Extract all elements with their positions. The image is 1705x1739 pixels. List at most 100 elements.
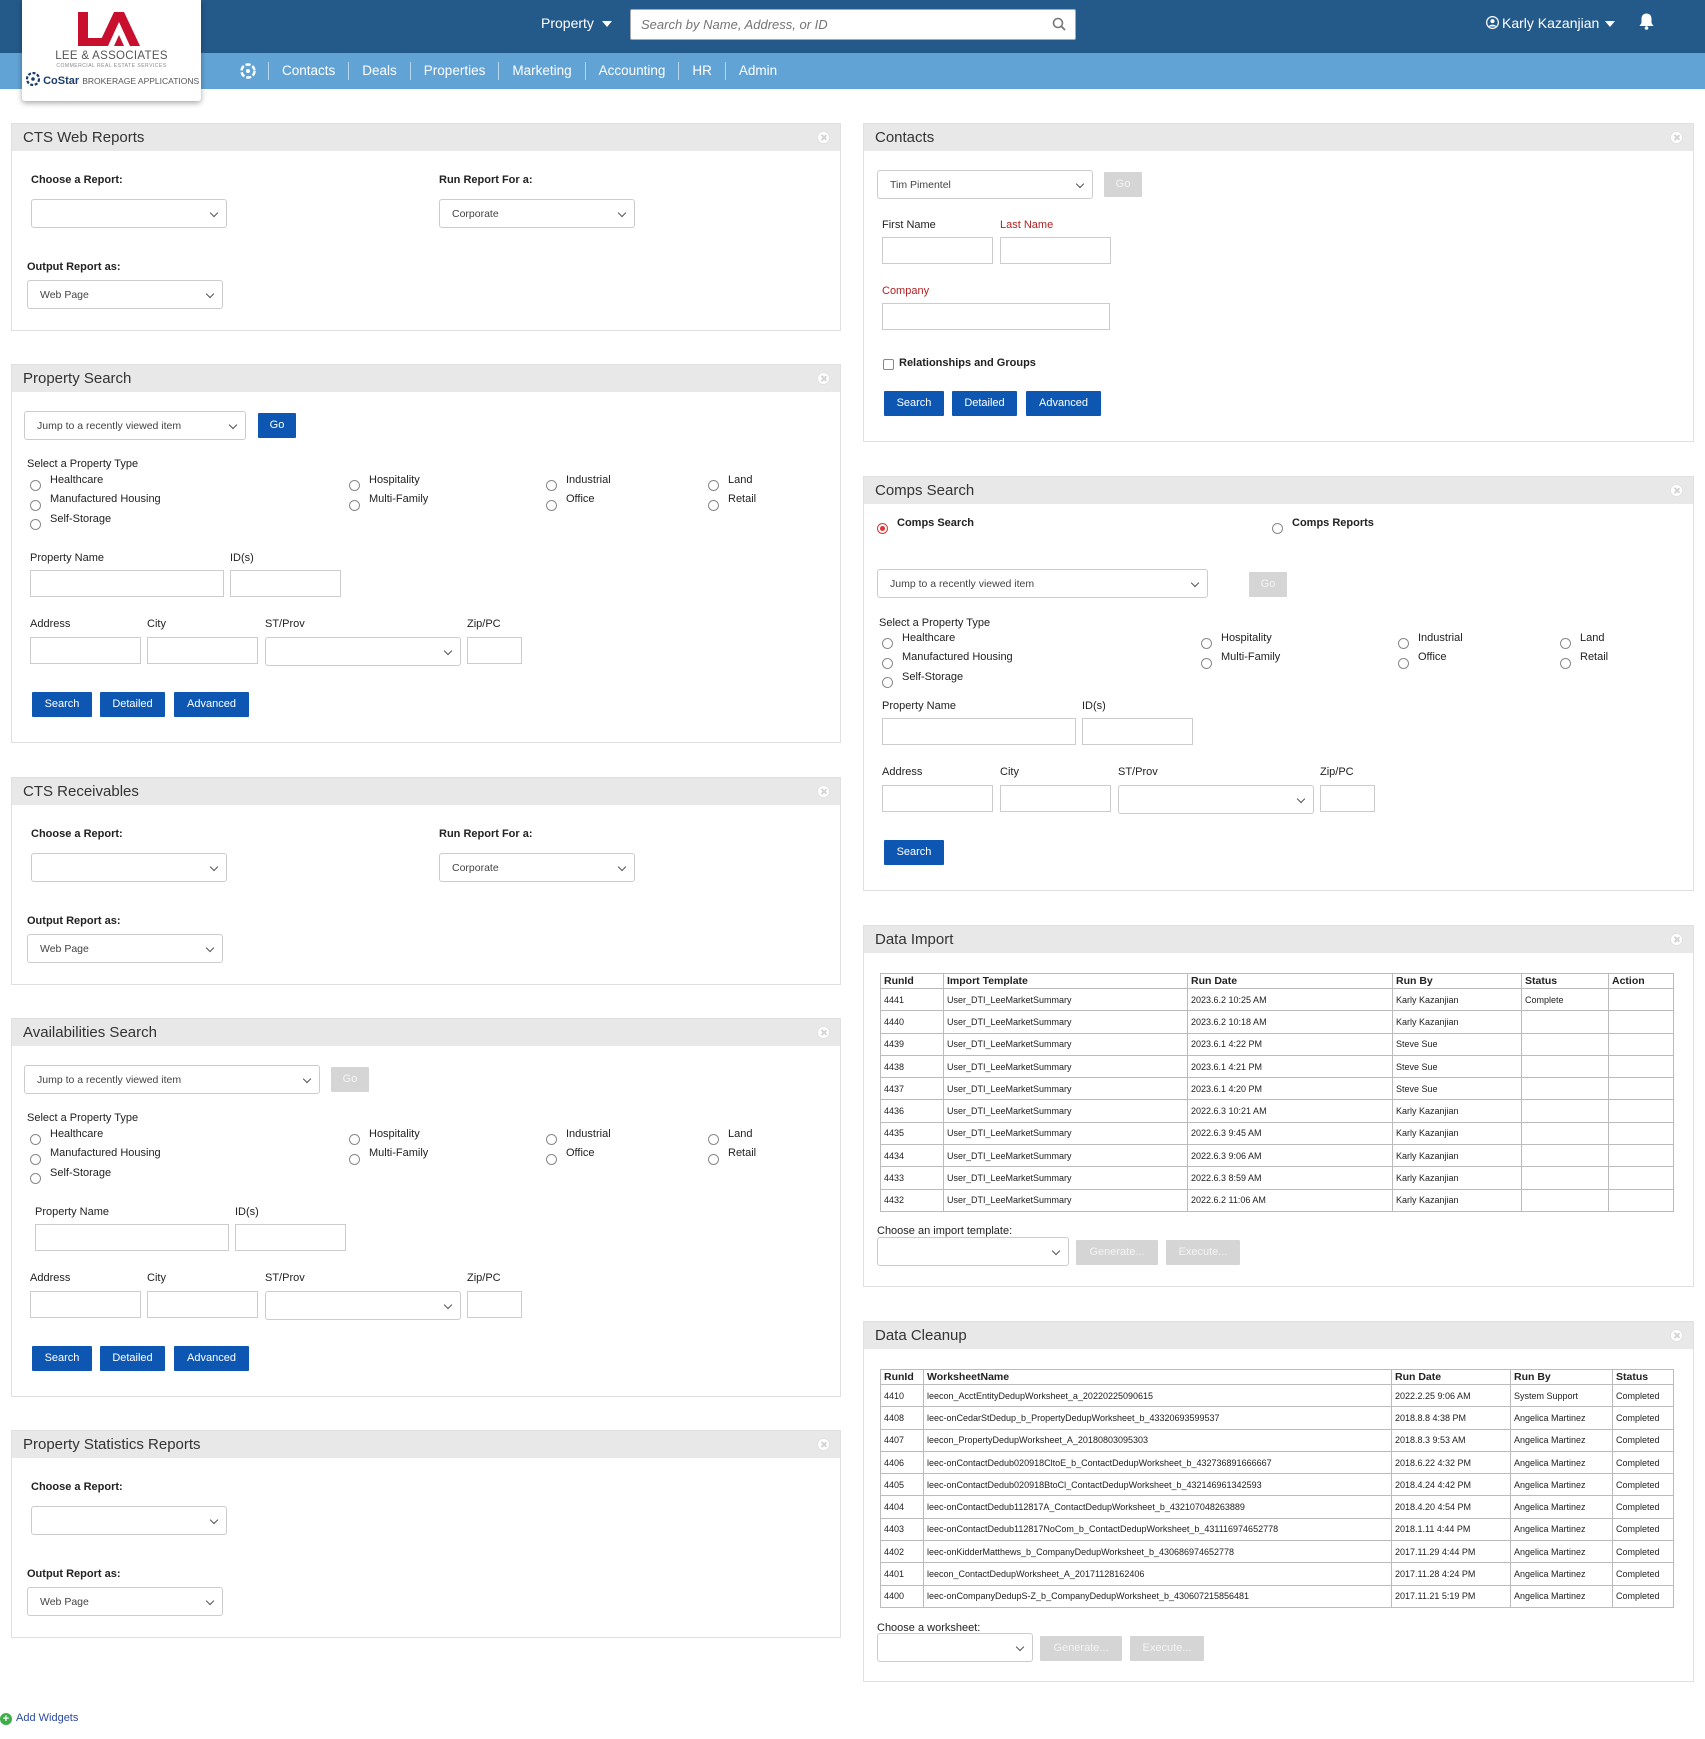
table-row[interactable]: 4433 User_DTI_LeeMarketSummary 2022.6.3 8:… <box>880 1166 1674 1190</box>
radio-office[interactable] <box>546 500 557 511</box>
detailed-button[interactable]: Detailed <box>952 391 1017 416</box>
radio-industrial[interactable] <box>546 1134 557 1145</box>
bell-icon[interactable] <box>1638 12 1655 36</box>
run-report-for-select[interactable]: Corporate <box>439 853 635 882</box>
search-button[interactable]: Search <box>884 391 944 416</box>
radio-manufactured-housing[interactable] <box>882 658 893 669</box>
go-button[interactable]: Go <box>331 1067 369 1092</box>
relationships-checkbox[interactable] <box>883 359 894 370</box>
close-icon[interactable] <box>817 1438 830 1451</box>
execute-button[interactable]: Execute... <box>1130 1636 1204 1661</box>
run-report-for-select[interactable]: Corporate <box>439 199 635 228</box>
property-name-input[interactable] <box>882 718 1076 745</box>
nav-accounting[interactable]: Accounting <box>584 62 679 80</box>
city-input[interactable] <box>147 1291 258 1318</box>
zip-input[interactable] <box>1320 785 1375 812</box>
city-input[interactable] <box>147 637 258 664</box>
radio-retail[interactable] <box>708 1154 719 1165</box>
radio-healthcare[interactable] <box>30 1134 41 1145</box>
radio-comps-reports[interactable] <box>1272 523 1283 534</box>
output-format-select[interactable]: Web Page <box>27 1587 223 1616</box>
table-row[interactable]: 4404 leec-onContactDedub112817A_ContactDe… <box>880 1495 1674 1519</box>
table-row[interactable]: 4407 leecon_PropertyDedupWorksheet_A_2018… <box>880 1428 1674 1452</box>
property-dropdown[interactable]: Property <box>541 15 612 31</box>
search-button[interactable]: Search <box>32 1346 92 1371</box>
go-button[interactable]: Go <box>258 413 296 438</box>
nav-contacts[interactable]: Contacts <box>268 62 348 80</box>
radio-office[interactable] <box>1398 658 1409 669</box>
output-format-select[interactable]: Web Page <box>27 934 223 963</box>
close-icon[interactable] <box>817 372 830 385</box>
recent-items-select[interactable]: Jump to a recently viewed item <box>24 1065 320 1094</box>
recent-items-select[interactable]: Jump to a recently viewed item <box>877 569 1208 598</box>
st-prov-select[interactable] <box>265 1291 461 1320</box>
generate-button[interactable]: Generate... <box>1076 1240 1158 1265</box>
property-name-input[interactable] <box>35 1224 229 1251</box>
table-row[interactable]: 4440 User_DTI_LeeMarketSummary 2023.6.2 10… <box>880 1010 1674 1034</box>
report-select[interactable] <box>31 1506 227 1535</box>
address-input[interactable] <box>30 1291 141 1318</box>
user-menu[interactable]: Karly Kazanjian <box>1486 15 1616 31</box>
radio-manufactured-housing[interactable] <box>30 500 41 511</box>
nav-admin[interactable]: Admin <box>724 62 790 80</box>
radio-hospitality[interactable] <box>349 480 360 491</box>
search-button[interactable]: Search <box>884 840 944 865</box>
report-select[interactable] <box>31 853 227 882</box>
table-row[interactable]: 4405 leec-onContactDedub020918BtoCl_Conta… <box>880 1473 1674 1497</box>
search-icon[interactable] <box>1052 17 1066 36</box>
table-row[interactable]: 4401 leecon_ContactDedupWorksheet_A_20171… <box>880 1562 1674 1586</box>
table-row[interactable]: 4434 User_DTI_LeeMarketSummary 2022.6.3 9:… <box>880 1144 1674 1168</box>
ids-input[interactable] <box>230 570 341 597</box>
add-widgets-link[interactable]: + Add Widgets <box>0 1712 78 1725</box>
radio-multi-family[interactable] <box>349 500 360 511</box>
close-icon[interactable] <box>1670 484 1683 497</box>
zip-input[interactable] <box>467 1291 522 1318</box>
radio-land[interactable] <box>1560 638 1571 649</box>
global-search[interactable] <box>630 9 1076 40</box>
last-name-input[interactable] <box>1000 237 1111 264</box>
search-button[interactable]: Search <box>32 692 92 717</box>
table-row[interactable]: 4410 leecon_AcctEntityDedupWorksheet_a_20… <box>880 1383 1674 1408</box>
table-row[interactable]: 4438 User_DTI_LeeMarketSummary 2023.6.1 4:… <box>880 1054 1674 1079</box>
close-icon[interactable] <box>817 131 830 144</box>
radio-hospitality[interactable] <box>1201 638 1212 649</box>
radio-multi-family[interactable] <box>1201 658 1212 669</box>
zip-input[interactable] <box>467 637 522 664</box>
radio-healthcare[interactable] <box>30 480 41 491</box>
ids-input[interactable] <box>1082 718 1193 745</box>
dashboard-icon[interactable] <box>240 63 256 79</box>
st-prov-select[interactable] <box>265 637 461 666</box>
table-row[interactable]: 4435 User_DTI_LeeMarketSummary 2022.6.3 9:… <box>880 1121 1674 1146</box>
company-logo[interactable]: LEE & ASSOCIATES COMMERCIAL REAL ESTATE … <box>22 0 201 101</box>
table-row[interactable]: 4436 User_DTI_LeeMarketSummary 2022.6.3 10… <box>880 1099 1674 1123</box>
table-row[interactable]: 4437 User_DTI_LeeMarketSummary 2023.6.1 4:… <box>880 1077 1674 1101</box>
company-input[interactable] <box>882 303 1110 330</box>
radio-industrial[interactable] <box>1398 638 1409 649</box>
go-button[interactable]: Go <box>1249 572 1287 597</box>
table-row[interactable]: 4403 leec-onContactDedub112817NoCom_b_Con… <box>880 1517 1674 1542</box>
table-row[interactable]: 4400 leec-onCompanyDedupS-Z_b_CompanyDedu… <box>880 1584 1674 1608</box>
radio-office[interactable] <box>546 1154 557 1165</box>
radio-comps-search[interactable] <box>877 523 888 534</box>
detailed-button[interactable]: Detailed <box>100 692 165 717</box>
contact-select[interactable]: Tim Pimentel <box>877 170 1093 199</box>
radio-self-storage[interactable] <box>30 1173 41 1184</box>
nav-properties[interactable]: Properties <box>409 62 499 80</box>
generate-button[interactable]: Generate... <box>1040 1636 1122 1661</box>
radio-multi-family[interactable] <box>349 1154 360 1165</box>
table-row[interactable]: 4402 leec-onKidderMatthews_b_CompanyDedup… <box>880 1540 1674 1564</box>
detailed-button[interactable]: Detailed <box>100 1346 165 1371</box>
property-name-input[interactable] <box>30 570 224 597</box>
worksheet-select[interactable] <box>877 1633 1033 1662</box>
close-icon[interactable] <box>1670 933 1683 946</box>
execute-button[interactable]: Execute... <box>1166 1240 1240 1265</box>
radio-healthcare[interactable] <box>882 638 893 649</box>
table-row[interactable]: 4408 leec-onCedarStDedup_b_PropertyDedupW… <box>880 1406 1674 1430</box>
first-name-input[interactable] <box>882 237 993 264</box>
address-input[interactable] <box>30 637 141 664</box>
st-prov-select[interactable] <box>1118 785 1314 814</box>
nav-marketing[interactable]: Marketing <box>498 62 584 80</box>
nav-deals[interactable]: Deals <box>348 62 410 80</box>
recent-items-select[interactable]: Jump to a recently viewed item <box>24 411 246 440</box>
ids-input[interactable] <box>235 1224 346 1251</box>
